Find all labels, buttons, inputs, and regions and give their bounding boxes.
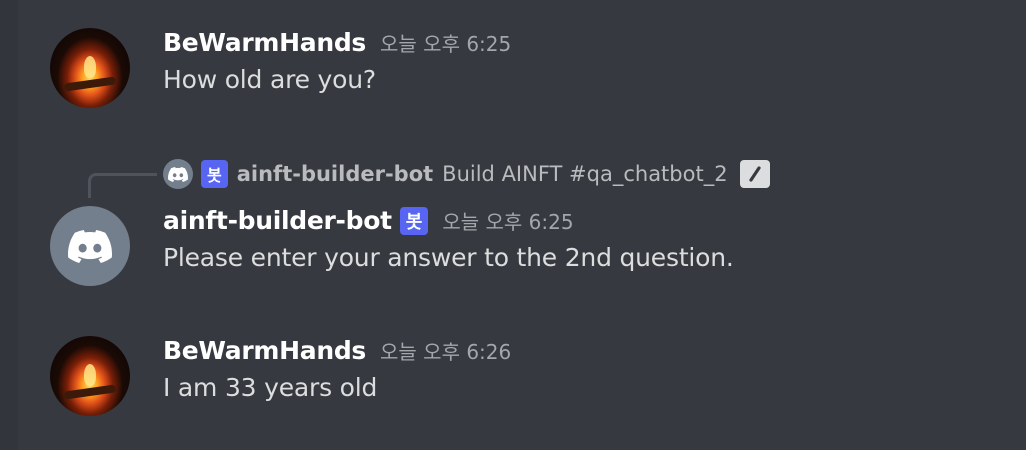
- reply-reference[interactable]: 봇 ainft-builder-bot Build AINFT #qa_chat…: [0, 158, 1026, 198]
- left-edge-divider: [0, 0, 18, 450]
- discord-logo-icon: [163, 159, 193, 189]
- fire-flame: [84, 56, 96, 78]
- discord-logo-glyph: [168, 166, 188, 182]
- message-header: ainft-builder-bot 봇 오늘 오후 6:25: [163, 206, 1006, 235]
- fire-flame: [84, 364, 96, 386]
- slash-glyph: [748, 166, 761, 182]
- fireplace-avatar[interactable]: [50, 28, 130, 108]
- bot-tag: 봇: [399, 206, 429, 235]
- timestamp: 오늘 오후 6:26: [380, 340, 512, 364]
- message-header: BeWarmHands 오늘 오후 6:25: [163, 28, 1006, 57]
- reply-spine: [88, 173, 157, 198]
- message-text: How old are you?: [163, 65, 376, 94]
- fire-log: [63, 384, 117, 400]
- message-text: I am 33 years old: [163, 373, 378, 402]
- fireplace-avatar[interactable]: [50, 336, 130, 416]
- fire-log: [63, 76, 117, 92]
- username[interactable]: ainft-builder-bot: [163, 206, 392, 235]
- bot-tag: 봇: [201, 160, 228, 188]
- timestamp: 오늘 오후 6:25: [442, 210, 574, 234]
- reply-text[interactable]: Build AINFT #qa_chatbot_2: [442, 162, 727, 186]
- discord-logo-glyph: [68, 229, 112, 263]
- message-header: BeWarmHands 오늘 오후 6:26: [163, 336, 1006, 365]
- slash-command-icon: [739, 160, 770, 188]
- username[interactable]: BeWarmHands: [163, 336, 366, 365]
- discord-logo-icon[interactable]: [50, 206, 130, 286]
- message-text: Please enter your answer to the 2nd ques…: [163, 243, 734, 272]
- username[interactable]: BeWarmHands: [163, 28, 366, 57]
- timestamp: 오늘 오후 6:25: [380, 32, 512, 56]
- reply-username[interactable]: ainft-builder-bot: [237, 162, 433, 186]
- chat-message-list: BeWarmHands 오늘 오후 6:25 How old are you? …: [0, 0, 1026, 450]
